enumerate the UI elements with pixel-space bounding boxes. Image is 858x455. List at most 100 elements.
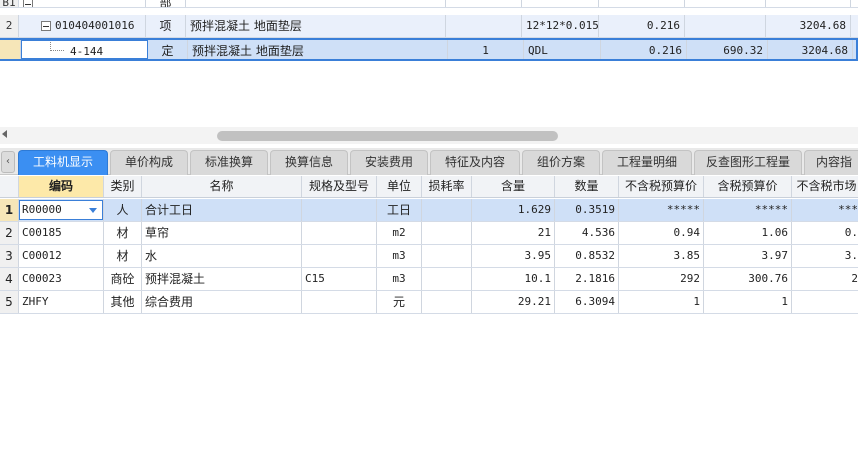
total-cell[interactable]: 3204.68: [766, 15, 851, 37]
name-cell[interactable]: 草帘: [142, 222, 302, 244]
loss-rate-cell[interactable]: [422, 268, 472, 290]
collapse-toggle-icon[interactable]: [23, 0, 33, 7]
category-cell[interactable]: 其他: [104, 291, 142, 313]
tab-standard-conversion[interactable]: 标准换算: [190, 150, 268, 175]
name-cell[interactable]: 水: [142, 245, 302, 267]
content-cell[interactable]: 29.21: [472, 291, 555, 313]
unit-cell[interactable]: m2: [377, 222, 422, 244]
expr-cell[interactable]: QDL: [524, 40, 601, 59]
category-cell[interactable]: 材: [104, 222, 142, 244]
tab-content-index[interactable]: 内容指: [804, 150, 858, 175]
name-cell[interactable]: 预拌混凝土 地面垫层: [188, 40, 448, 59]
chevron-left-icon[interactable]: ‹: [1, 151, 15, 173]
col-header-spec[interactable]: 规格及型号: [302, 176, 377, 197]
qty-cell[interactable]: 1: [448, 40, 524, 59]
spec-cell[interactable]: [302, 222, 377, 244]
dropdown-arrow-icon[interactable]: [89, 208, 97, 213]
loss-rate-cell[interactable]: [422, 199, 472, 221]
expr-cell[interactable]: 12*12*0.015: [522, 15, 599, 37]
spec-cell[interactable]: [302, 245, 377, 267]
price-inc-tax-cell[interactable]: 3.97: [704, 245, 792, 267]
quantity-cell[interactable]: 0.8532: [555, 245, 619, 267]
price-ex-tax-cell[interactable]: 3.85: [619, 245, 704, 267]
category-cell[interactable]: 人: [104, 199, 142, 221]
category-cell[interactable]: 材: [104, 245, 142, 267]
price-inc-tax-cell[interactable]: 1: [704, 291, 792, 313]
code-cell[interactable]: C00012: [19, 245, 104, 267]
quantity-cell[interactable]: 4.536: [555, 222, 619, 244]
content-cell[interactable]: 10.1: [472, 268, 555, 290]
table-row[interactable]: 1 R00000 人 合计工日 工日 1.629 0.3519 ***** **…: [0, 199, 858, 222]
market-ex-tax-cell[interactable]: 2: [792, 268, 858, 290]
table-row[interactable]: 3 C00012 材 水 m3 3.95 0.8532 3.85 3.97 3.: [0, 245, 858, 268]
price-ex-tax-cell[interactable]: 1: [619, 291, 704, 313]
price-ex-tax-cell[interactable]: *****: [619, 199, 704, 221]
name-cell[interactable]: 预拌混凝土: [142, 268, 302, 290]
table-row[interactable]: 5 ZHFY 其他 综合费用 元 29.21 6.3094 1 1: [0, 291, 858, 314]
loss-rate-cell[interactable]: [422, 245, 472, 267]
code-cell[interactable]: C00185: [19, 222, 104, 244]
quantity-cell[interactable]: 0.3519: [555, 199, 619, 221]
col-header-content[interactable]: 含量: [472, 176, 555, 197]
col-header-price-ex-tax[interactable]: 不含税预算价: [619, 176, 704, 197]
col-header-loss-rate[interactable]: 损耗率: [422, 176, 472, 197]
price-ex-tax-cell[interactable]: 0.94: [619, 222, 704, 244]
tab-pricing-scheme[interactable]: 组价方案: [522, 150, 600, 175]
collapse-toggle-icon[interactable]: [41, 21, 51, 31]
price-inc-tax-cell[interactable]: 300.76: [704, 268, 792, 290]
quantity-cell[interactable]: 6.3094: [555, 291, 619, 313]
loss-rate-cell[interactable]: [422, 291, 472, 313]
spec-cell[interactable]: C15: [302, 268, 377, 290]
tree-row-partial[interactable]: B1 部: [0, 0, 858, 8]
table-row[interactable]: 4 C00023 商砼 预拌混凝土 C15 m3 10.1 2.1816 292…: [0, 268, 858, 291]
name-cell[interactable]: 合计工日: [142, 199, 302, 221]
col-header-category[interactable]: 类别: [104, 176, 142, 197]
code-cell[interactable]: 010404001016: [19, 15, 146, 37]
tab-quantity-detail[interactable]: 工程量明细: [602, 150, 692, 175]
tab-unit-price[interactable]: 单价构成: [110, 150, 188, 175]
total-cell[interactable]: 3204.68: [768, 40, 853, 59]
market-ex-tax-cell[interactable]: [792, 291, 858, 313]
market-ex-tax-cell[interactable]: ***: [792, 199, 858, 221]
price-ex-tax-cell[interactable]: 292: [619, 268, 704, 290]
category-cell[interactable]: 商砼: [104, 268, 142, 290]
spec-cell[interactable]: [302, 199, 377, 221]
horizontal-scrollbar[interactable]: [0, 127, 858, 144]
tab-features[interactable]: 特征及内容: [430, 150, 520, 175]
price-cell[interactable]: 690.32: [687, 40, 768, 59]
amount-cell[interactable]: 0.216: [601, 40, 687, 59]
content-cell[interactable]: 21: [472, 222, 555, 244]
tree-row-quota-selected[interactable]: 4-144 定 预拌混凝土 地面垫层 1 QDL 0.216 690.32 32…: [0, 38, 858, 61]
content-cell[interactable]: 1.629: [472, 199, 555, 221]
qty-cell[interactable]: [446, 15, 522, 37]
tab-conversion-info[interactable]: 换算信息: [270, 150, 348, 175]
price-inc-tax-cell[interactable]: 1.06: [704, 222, 792, 244]
code-combobox[interactable]: R00000: [19, 200, 103, 220]
tab-reverse-graphics[interactable]: 反查图形工程量: [694, 150, 802, 175]
col-header-code[interactable]: 编码: [19, 176, 104, 197]
quantity-cell[interactable]: 2.1816: [555, 268, 619, 290]
price-cell[interactable]: [685, 15, 766, 37]
content-cell[interactable]: 3.95: [472, 245, 555, 267]
col-header-market-ex-tax[interactable]: 不含税市场: [792, 176, 858, 197]
price-inc-tax-cell[interactable]: *****: [704, 199, 792, 221]
name-cell[interactable]: 预拌混凝土 地面垫层: [186, 15, 446, 37]
tree-row-item[interactable]: 2 010404001016 项 预拌混凝土 地面垫层 12*12*0.015 …: [0, 15, 858, 38]
market-ex-tax-cell[interactable]: 0.: [792, 222, 858, 244]
amount-cell[interactable]: 0.216: [599, 15, 685, 37]
tab-labor-material-machine[interactable]: 工料机显示: [18, 150, 108, 175]
tab-install-fee[interactable]: 安装费用: [350, 150, 428, 175]
market-ex-tax-cell[interactable]: 3.: [792, 245, 858, 267]
spec-cell[interactable]: [302, 291, 377, 313]
code-cell[interactable]: ZHFY: [19, 291, 104, 313]
scroll-left-icon[interactable]: [2, 130, 7, 138]
code-cell[interactable]: 4-144: [21, 40, 148, 59]
col-header-price-inc-tax[interactable]: 含税预算价: [704, 176, 792, 197]
code-cell[interactable]: C00023: [19, 268, 104, 290]
scrollbar-thumb[interactable]: [217, 131, 558, 141]
table-row[interactable]: 2 C00185 材 草帘 m2 21 4.536 0.94 1.06 0.: [0, 222, 858, 245]
col-header-name[interactable]: 名称: [142, 176, 302, 197]
col-header-unit[interactable]: 单位: [377, 176, 422, 197]
name-cell[interactable]: 综合费用: [142, 291, 302, 313]
unit-cell[interactable]: m3: [377, 245, 422, 267]
